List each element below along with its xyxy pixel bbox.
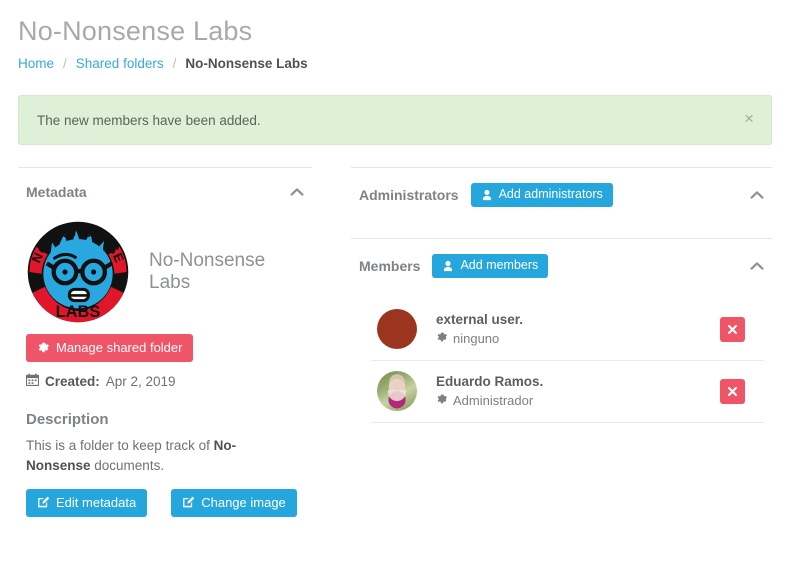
- user-icon: [442, 260, 454, 272]
- description-text: This is a folder to keep track of No-Non…: [26, 436, 270, 476]
- description-text-before: This is a folder to keep track of: [26, 438, 214, 453]
- members-panel-header: Members Add members: [351, 239, 772, 291]
- close-icon: [727, 324, 738, 334]
- folder-identity: NO-NONSENSE LABS No-Nonsense Labs: [26, 214, 304, 334]
- description-heading: Description: [26, 411, 109, 428]
- breadcrumb-separator: /: [63, 56, 67, 71]
- metadata-panel-title: Metadata: [26, 184, 87, 200]
- page-title: No-Nonsense Labs: [18, 16, 253, 46]
- chevron-up-icon[interactable]: [748, 186, 766, 204]
- add-administrators-button[interactable]: Add administrators: [470, 183, 613, 207]
- members-panel-title: Members: [359, 258, 421, 274]
- content-columns: Metadata NO-NONSENSE LABS No-Nonsense La…: [18, 167, 772, 523]
- member-role: Administrador: [436, 392, 720, 410]
- member-role-label: Administrador: [453, 392, 534, 408]
- description-text-after: documents.: [90, 458, 165, 473]
- administrators-panel: Administrators Add administrators: [351, 167, 772, 232]
- add-members-label: Add members: [460, 258, 539, 272]
- logo-bottom-text: LABS: [56, 303, 101, 321]
- member-role: ninguno: [436, 330, 720, 348]
- list-item: Eduardo Ramos. Administrador: [371, 361, 764, 423]
- add-members-button[interactable]: Add members: [432, 254, 549, 278]
- breadcrumb-separator: /: [172, 56, 177, 71]
- edit-icon: [37, 496, 50, 509]
- page-container: No-Nonsense Labs Home / Shared folders /…: [0, 14, 790, 523]
- manage-shared-folder-button[interactable]: Manage shared folder: [26, 334, 194, 362]
- metadata-actions: Edit metadata Change image: [26, 489, 304, 517]
- gear-icon: [37, 341, 50, 354]
- close-icon: [727, 386, 738, 396]
- member-info: Eduardo Ramos. Administrador: [436, 373, 720, 410]
- folder-name: No-Nonsense Labs: [149, 250, 266, 293]
- metadata-panel: Metadata NO-NONSENSE LABS No-Nonsense La…: [18, 167, 312, 523]
- chevron-up-icon[interactable]: [748, 257, 766, 275]
- change-image-button[interactable]: Change image: [171, 489, 297, 517]
- created-value: Apr 2, 2019: [105, 373, 176, 389]
- member-name: external user.: [436, 311, 524, 327]
- administrators-panel-header: Administrators Add administrators: [351, 168, 772, 220]
- administrators-panel-title: Administrators: [359, 187, 459, 203]
- remove-member-button[interactable]: [720, 316, 745, 342]
- members-panel: Members Add members external user. ningu…: [351, 238, 772, 429]
- add-administrators-label: Add administrators: [498, 187, 603, 201]
- administrators-panel-body: [351, 220, 772, 232]
- edit-icon: [182, 496, 195, 509]
- close-icon[interactable]: ×: [740, 108, 758, 129]
- member-role-label: ninguno: [453, 330, 500, 346]
- success-alert-message: The new members have been added.: [37, 112, 261, 128]
- member-info: external user. ninguno: [436, 311, 720, 348]
- edit-metadata-label: Edit metadata: [56, 495, 137, 510]
- people-column: Administrators Add administrators Member…: [351, 167, 772, 429]
- success-alert: The new members have been added. ×: [18, 95, 772, 145]
- member-name: Eduardo Ramos.: [436, 373, 544, 389]
- avatar: [377, 309, 417, 349]
- manage-shared-folder-label: Manage shared folder: [56, 340, 183, 355]
- no-nonsense-labs-logo: NO-NONSENSE LABS: [26, 220, 130, 324]
- metadata-column: Metadata NO-NONSENSE LABS No-Nonsense La…: [18, 167, 312, 523]
- breadcrumb-link-home[interactable]: Home: [18, 54, 54, 74]
- gear-icon: [436, 392, 448, 410]
- breadcrumb: Home / Shared folders / No-Nonsense Labs: [18, 54, 772, 74]
- user-icon: [481, 189, 493, 201]
- created-label: Created:: [45, 373, 100, 389]
- remove-member-button[interactable]: [720, 378, 745, 404]
- edit-metadata-button[interactable]: Edit metadata: [26, 489, 148, 517]
- member-list: external user. ninguno Eduardo Ramos. Ad…: [359, 299, 764, 423]
- metadata-panel-header: Metadata: [18, 168, 312, 214]
- breadcrumb-current: No-Nonsense Labs: [185, 56, 308, 71]
- change-image-label: Change image: [201, 495, 286, 510]
- chevron-up-icon[interactable]: [288, 183, 306, 201]
- metadata-panel-body: NO-NONSENSE LABS No-Nonsense Labs Manage…: [18, 214, 312, 523]
- created-date: Created: Apr 2, 2019: [25, 373, 304, 389]
- breadcrumb-link-shared-folders[interactable]: Shared folders: [76, 54, 164, 74]
- avatar: [377, 371, 417, 411]
- list-item: external user. ninguno: [371, 299, 764, 361]
- gear-icon: [436, 330, 448, 348]
- calendar-icon: [25, 373, 40, 389]
- members-panel-body: external user. ninguno Eduardo Ramos. Ad…: [351, 299, 772, 429]
